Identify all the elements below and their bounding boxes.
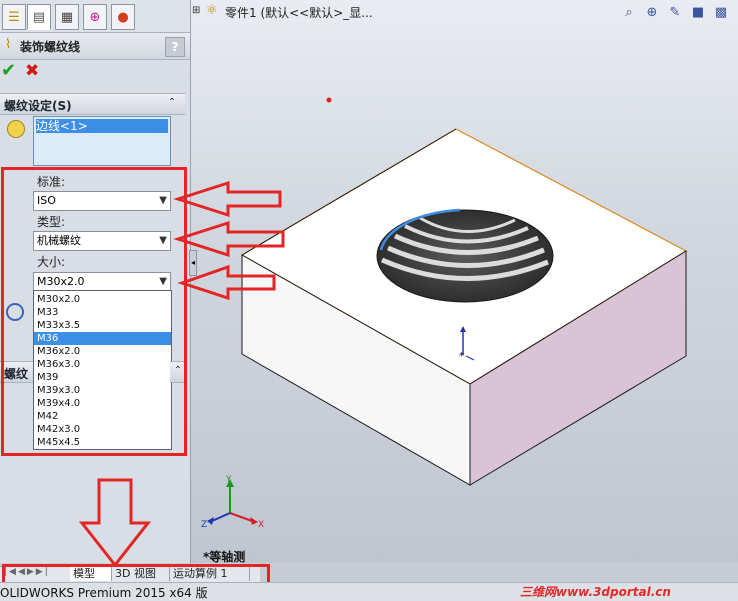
configuration-icon: ▦ (60, 9, 74, 25)
axis-x-label: X (258, 520, 264, 530)
feature-tree-icon: ☰ (8, 9, 20, 25)
thread-settings-header[interactable]: 螺纹设定(S) ⌃ (0, 93, 185, 115)
thread-feature-icon: ⌇ (5, 37, 12, 52)
collapse-icon[interactable]: ⌃ (165, 95, 179, 111)
dimxpert-tab[interactable]: ⊕ (83, 4, 107, 30)
property-manager-panel: ☰ ▤ ▦ ⊕ ● ⌇ 装饰螺纹线 ? ✔ ✖ 螺纹设定(S) ⌃ 边线<1> … (0, 0, 191, 563)
checkmark-icon: ✔ (1, 60, 17, 81)
panel-tabs: ☰ ▤ ▦ ⊕ ● (0, 0, 190, 33)
feature-tree-tab[interactable]: ☰ (2, 4, 26, 30)
origin-point (326, 97, 332, 103)
edge-selection-box[interactable]: 边线<1> (33, 116, 171, 166)
property-manager-tab[interactable]: ▤ (27, 4, 51, 30)
display-manager-icon: ● (117, 9, 129, 25)
dimxpert-icon: ⊕ (89, 9, 101, 25)
pane-splitter[interactable]: ◂ (189, 250, 197, 276)
panel-title: 装饰螺纹线 (20, 40, 81, 54)
model-canvas[interactable]: * (191, 0, 738, 563)
cancel-button[interactable]: ✖ (25, 62, 43, 80)
x-icon: ✖ (25, 61, 40, 81)
view-orientation-label: *等轴测 (203, 550, 246, 564)
ok-button[interactable]: ✔ (1, 62, 19, 80)
axis-z-label: Z (201, 520, 207, 530)
thread-settings-label: 螺纹设定(S) (4, 99, 72, 113)
configuration-tab[interactable]: ▦ (55, 4, 79, 30)
help-button[interactable]: ? (165, 37, 185, 57)
highlight-box (1, 167, 187, 456)
display-manager-tab[interactable]: ● (111, 4, 135, 30)
status-text: OLIDWORKS Premium 2015 x64 版 (0, 586, 208, 600)
axis-y-label: Y (225, 475, 232, 485)
property-manager-icon: ▤ (32, 9, 46, 25)
axis-triad: Y X Z (201, 475, 264, 530)
edge-selection-icon (7, 120, 25, 138)
panel-titlebar: ⌇ 装饰螺纹线 ? (0, 33, 190, 60)
svg-text:*: * (459, 351, 464, 362)
watermark-text: 三维网www.3dportal.cn (520, 585, 671, 599)
selected-edge-item[interactable]: 边线<1> (36, 119, 168, 133)
